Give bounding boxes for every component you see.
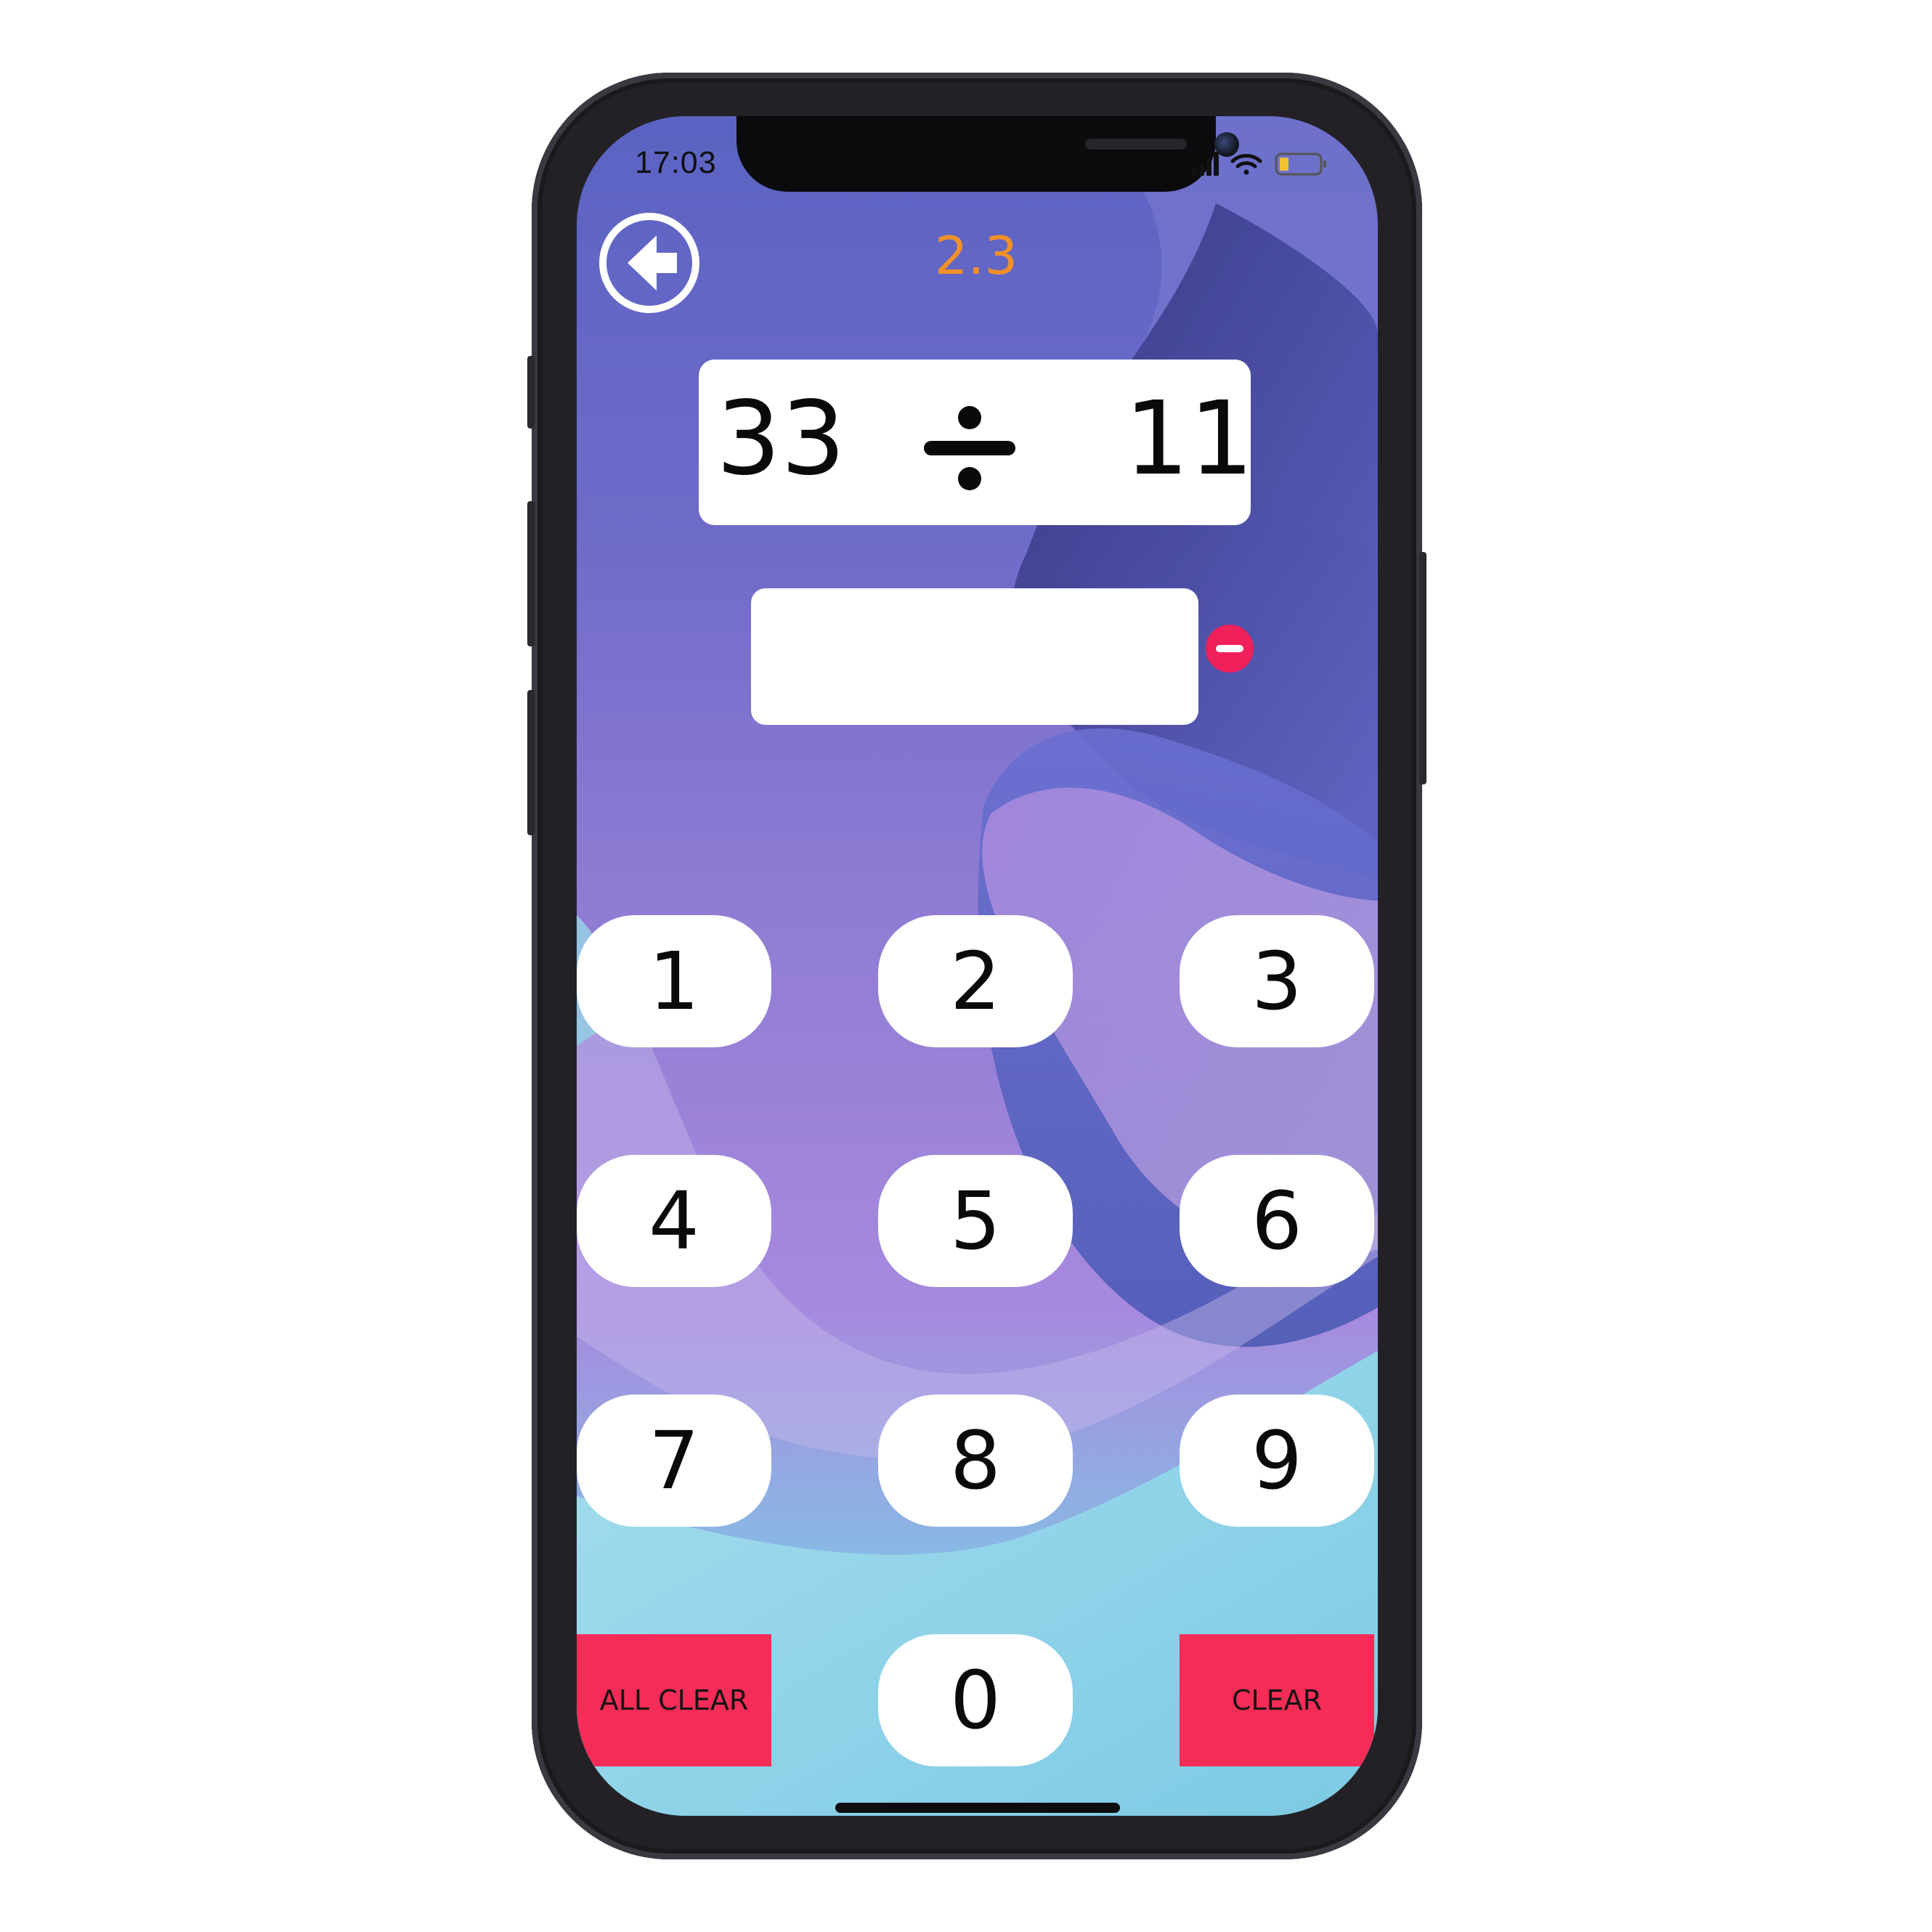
key-5[interactable]: 5	[878, 1155, 1073, 1287]
signal-icon	[1192, 152, 1219, 176]
level-label: 2.3	[934, 225, 1018, 286]
key-0[interactable]: 0	[878, 1634, 1073, 1766]
all-clear-button[interactable]: ALL CLEAR	[577, 1634, 771, 1766]
right-operand: 11	[1124, 380, 1254, 498]
volume-up-button	[527, 501, 535, 646]
earpiece-speaker	[1085, 139, 1187, 150]
back-arrow-icon	[599, 213, 699, 313]
left-operand: 33	[716, 380, 846, 498]
key-1[interactable]: 1	[577, 915, 771, 1047]
minus-icon[interactable]	[1206, 625, 1254, 673]
key-9[interactable]: 9	[1180, 1395, 1374, 1527]
key-6[interactable]: 6	[1180, 1155, 1374, 1287]
divide-icon	[924, 406, 1015, 490]
volume-down-button	[527, 690, 535, 835]
home-indicator	[835, 1803, 1120, 1813]
question-card: 33 11	[699, 360, 1254, 525]
app-screen: 17:03 2.3 33 11 1 2 3 4 5 6 7 8 9 ALL CL…	[577, 116, 1378, 1816]
key-3[interactable]: 3	[1180, 915, 1374, 1047]
clear-button[interactable]: CLEAR	[1180, 1634, 1374, 1766]
key-7[interactable]: 7	[577, 1395, 771, 1527]
status-time: 17:03	[635, 145, 717, 180]
answer-field[interactable]	[751, 588, 1198, 725]
key-2[interactable]: 2	[878, 915, 1073, 1047]
mute-switch	[527, 356, 535, 429]
wifi-icon	[1230, 154, 1262, 175]
power-button	[1419, 552, 1426, 784]
back-button[interactable]	[598, 212, 700, 314]
notch	[736, 116, 1239, 192]
key-8[interactable]: 8	[878, 1395, 1073, 1527]
key-4[interactable]: 4	[577, 1155, 771, 1287]
battery-icon	[1275, 153, 1326, 176]
status-icons	[1192, 152, 1326, 176]
